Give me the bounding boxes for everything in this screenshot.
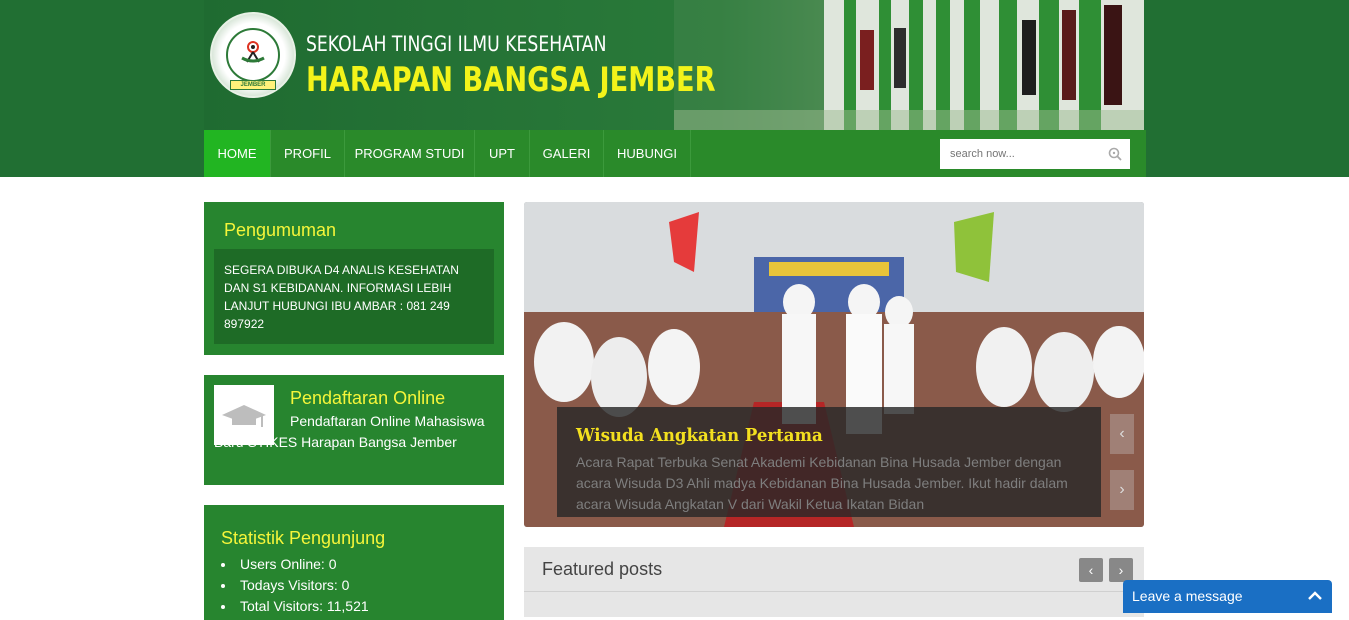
slider-next-button[interactable]: › xyxy=(1110,470,1134,510)
nav-program-studi[interactable]: PROGRAM STUDI xyxy=(345,130,475,177)
main-navigation: HOME PROFIL PROGRAM STUDI UPT GALERI HUB… xyxy=(204,130,1146,177)
search-icon[interactable] xyxy=(1108,147,1122,161)
stats-title: Statistik Pengunjung xyxy=(221,528,386,548)
featured-divider xyxy=(524,591,1144,592)
person-book-icon xyxy=(241,41,265,63)
announcement-text: SEGERA DIBUKA D4 ANALIS KESEHATAN DAN S1… xyxy=(214,249,494,344)
chevron-right-icon: › xyxy=(1119,481,1125,498)
featured-title: Featured posts xyxy=(542,559,663,579)
nav-hubungi[interactable]: HUBUNGI xyxy=(604,130,691,177)
chevron-left-icon: ‹ xyxy=(1088,562,1094,578)
nav-upt[interactable]: UPT xyxy=(475,130,530,177)
search-input[interactable] xyxy=(940,139,1100,169)
featured-next-button[interactable]: › xyxy=(1109,558,1133,582)
slide-title[interactable]: Wisuda Angkatan Pertama xyxy=(576,425,1042,446)
stat-total-visitors: Total Visitors: 11,521 xyxy=(221,596,369,617)
chevron-left-icon: ‹ xyxy=(1119,425,1125,442)
college-logo[interactable]: JEMBER xyxy=(210,12,296,98)
logo-badge: JEMBER xyxy=(230,80,276,90)
nav-profil[interactable]: PROFIL xyxy=(271,130,345,177)
featured-prev-button[interactable]: ‹ xyxy=(1079,558,1103,582)
slide-description: Acara Rapat Terbuka Senat Akademi Kebida… xyxy=(576,454,1068,512)
stat-users-online: Users Online: 0 xyxy=(221,554,369,575)
logo-emblem xyxy=(226,28,280,82)
visitor-stats-panel: Statistik Pengunjung Users Online: 0 Tod… xyxy=(204,505,504,620)
site-header: JEMBER SEKOLAH TINGGI ILMU KESEHATAN HAR… xyxy=(204,0,1144,130)
announcement-title: Pengumuman xyxy=(224,220,337,240)
search-box xyxy=(940,139,1130,169)
nav-home[interactable]: HOME xyxy=(204,130,271,177)
image-slider[interactable]: Wisuda Angkatan Pertama Acara Rapat Terb… xyxy=(524,202,1144,527)
registration-panel: Pendaftaran Online Pendaftaran Online Ma… xyxy=(204,375,504,485)
stats-list: Users Online: 0 Todays Visitors: 0 Total… xyxy=(221,554,369,617)
chevron-up-icon[interactable] xyxy=(1306,587,1324,605)
featured-posts-section: Featured posts ‹ › xyxy=(524,547,1144,617)
announcement-panel: Pengumuman SEGERA DIBUKA D4 ANALIS KESEH… xyxy=(204,202,504,355)
campus-building-photo xyxy=(674,0,1144,130)
registration-text: Pendaftaran Online Mahasiswa Baru STIKES… xyxy=(214,413,485,450)
site-title[interactable]: HARAPAN BANGSA JEMBER xyxy=(306,60,716,100)
nav-galeri[interactable]: GALERI xyxy=(530,130,604,177)
site-subtitle: SEKOLAH TINGGI ILMU KESEHATAN xyxy=(306,32,607,56)
chevron-right-icon: › xyxy=(1118,562,1124,578)
chat-widget[interactable]: Leave a message xyxy=(1123,580,1332,613)
registration-title[interactable]: Pendaftaran Online xyxy=(290,388,445,409)
stat-todays-visitors: Todays Visitors: 0 xyxy=(221,575,369,596)
chat-label[interactable]: Leave a message xyxy=(1132,588,1243,604)
slider-prev-button[interactable]: ‹ xyxy=(1110,414,1134,454)
slide-caption: Wisuda Angkatan Pertama Acara Rapat Terb… xyxy=(557,407,1101,517)
